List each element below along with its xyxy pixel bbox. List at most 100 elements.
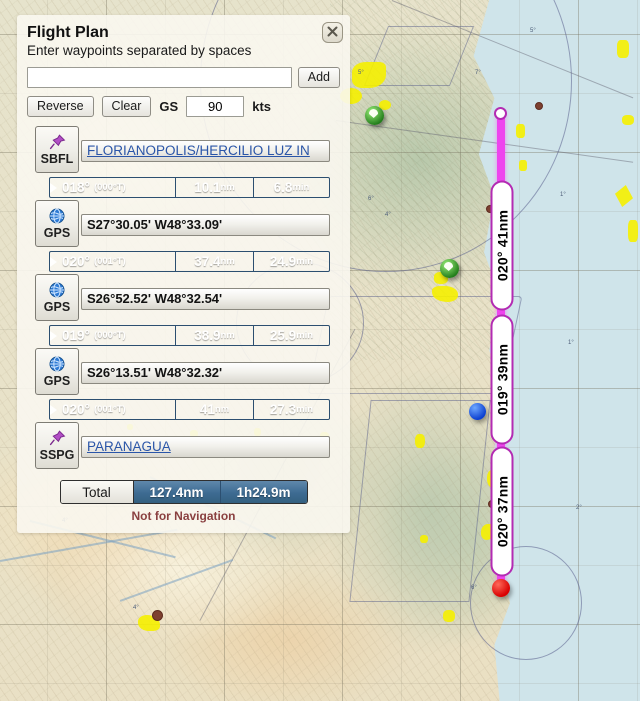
- total-label: Total: [60, 481, 134, 503]
- leg-row: 020° (001°T) 37.4 nm 24.9 min: [49, 251, 330, 272]
- waypoint-code: GPS: [43, 299, 71, 314]
- page-title: Flight Plan: [27, 24, 109, 41]
- leg-distance-unit: nm: [220, 182, 235, 193]
- table-row: GPS S27°30.05' W48°33.09': [35, 200, 330, 249]
- waypoint-coordinates: S26°52.52' W48°32.54': [81, 287, 330, 310]
- waypoint-name-link[interactable]: PARANAGUA: [87, 439, 171, 454]
- waypoint-button-sspg[interactable]: SSPG: [35, 422, 79, 469]
- waypoint-entry-row: Add: [27, 67, 340, 88]
- flight-plan-controls: Reverse Clear GS kts: [27, 96, 340, 117]
- leg-distance-unit: nm: [220, 330, 235, 341]
- urban-area: [443, 610, 455, 622]
- leg-time-unit: min: [296, 330, 314, 341]
- add-button[interactable]: Add: [297, 67, 340, 88]
- total-distance: 127.4nm: [133, 481, 221, 503]
- airport-marker-green[interactable]: [440, 259, 459, 278]
- leg-time-value: 27.3: [269, 402, 297, 417]
- city-marker: [152, 610, 163, 621]
- isogonic-label: 2°: [576, 505, 582, 511]
- leg-course-value: 019°: [62, 328, 90, 343]
- leg-time-value: 6.8: [273, 180, 293, 195]
- leg-distance-cell: 38.9 nm: [176, 326, 254, 345]
- leg-time-unit: min: [292, 182, 310, 193]
- groundspeed-input[interactable]: [186, 96, 245, 117]
- table-row: SSPG PARANAGUA: [35, 422, 330, 471]
- isogonic-label: 6°: [368, 196, 374, 202]
- isogonic-label: 4°: [133, 605, 139, 611]
- leg-distance-cell: 41 nm: [176, 400, 254, 419]
- isogonic-label: 1°: [568, 340, 574, 346]
- waypoint-code: SSPG: [39, 447, 75, 462]
- flight-plan-panel: Flight Plan Enter waypoints separated by…: [17, 15, 350, 533]
- waypoint-code: GPS: [43, 373, 71, 388]
- clear-button[interactable]: Clear: [101, 96, 152, 117]
- leg-true-course: (001°T): [93, 404, 126, 415]
- leg-course-value: 020°: [62, 402, 90, 417]
- waypoint-marker-blue[interactable]: [469, 403, 486, 420]
- waypoint-name-bar: PARANAGUA: [81, 435, 330, 458]
- waypoint-detail: S26°52.52' W48°32.54': [81, 274, 330, 323]
- waypoint-name-link[interactable]: FLORIANOPOLIS/HERCILIO LUZ IN: [87, 143, 310, 158]
- route-waypoint-node[interactable]: [494, 107, 507, 120]
- leg-time-value: 24.9: [269, 254, 297, 269]
- leg-time-value: 25.9: [269, 328, 297, 343]
- airspace-boundary-destination: [470, 546, 582, 660]
- waypoint-button-gps-1[interactable]: GPS: [35, 200, 79, 247]
- isogonic-label: 1°: [560, 192, 566, 198]
- table-row: GPS S26°52.52' W48°32.54': [35, 274, 330, 323]
- isogonic-label: 5°: [358, 70, 364, 76]
- urban-area: [617, 40, 629, 58]
- waypoint-detail: FLORIANOPOLIS/HERCILIO LUZ IN: [81, 126, 330, 175]
- urban-area: [420, 535, 428, 543]
- leg-row: 020° (001°T) 41 nm 27.3 min: [49, 399, 330, 420]
- waypoint-button-gps-3[interactable]: GPS: [35, 348, 79, 395]
- table-row: GPS S26°13.51' W48°32.32': [35, 348, 330, 397]
- close-icon: [323, 26, 342, 37]
- urban-area: [415, 434, 425, 448]
- reverse-button[interactable]: Reverse: [27, 96, 94, 117]
- waypoint-coordinates: S26°13.51' W48°32.32': [81, 361, 330, 384]
- isogonic-label: 7°: [475, 70, 481, 76]
- leg-distance-cell: 10.1 nm: [176, 178, 254, 197]
- globe-icon: [49, 356, 65, 373]
- airport-marker-green[interactable]: [365, 106, 384, 125]
- pushpin-icon: [49, 430, 66, 447]
- waypoint-input[interactable]: [27, 67, 292, 88]
- close-button[interactable]: [322, 22, 343, 43]
- total-time: 1h24.9m: [220, 481, 307, 503]
- leg-row: 019° (000°T) 38.9 nm 25.9 min: [49, 325, 330, 346]
- leg-course-cell: 018° (000°T): [50, 178, 176, 197]
- total-group: Total 127.4nm 1h24.9m: [59, 480, 308, 504]
- leg-distance-unit: nm: [214, 404, 230, 415]
- urban-area: [622, 115, 634, 125]
- waypoint-button-gps-2[interactable]: GPS: [35, 274, 79, 321]
- leg-distance-value: 38.9: [194, 328, 221, 343]
- flight-plan-table: SBFL FLORIANOPOLIS/HERCILIO LUZ IN 018° …: [35, 126, 330, 471]
- knots-unit-label: kts: [252, 99, 272, 114]
- leg-time-unit: min: [296, 404, 314, 415]
- airspace-sector-2: [349, 400, 491, 602]
- urban-area: [516, 124, 525, 138]
- waypoint-name-bar: FLORIANOPOLIS/HERCILIO LUZ IN: [81, 139, 330, 162]
- leg-distance-value: 37.4: [194, 254, 221, 269]
- destination-marker-red[interactable]: [492, 579, 510, 597]
- leg-distance-cell: 37.4 nm: [176, 252, 254, 271]
- table-row: SBFL FLORIANOPOLIS/HERCILIO LUZ IN: [35, 126, 330, 175]
- urban-area: [519, 160, 527, 171]
- isogonic-label: 5°: [530, 28, 536, 34]
- leg-true-course: (001°T): [93, 256, 126, 267]
- leg-course-cell: 020° (001°T): [50, 400, 176, 419]
- waypoint-button-sbfl[interactable]: SBFL: [35, 126, 79, 173]
- waypoint-detail: PARANAGUA: [81, 422, 330, 471]
- leg-row: 018° (000°T) 10.1 nm 6.8 min: [49, 177, 330, 198]
- leg-time-cell: 24.9 min: [254, 252, 329, 271]
- urban-area: [628, 220, 638, 242]
- globe-icon: [49, 208, 65, 225]
- pushpin-icon: [49, 134, 66, 151]
- app-screen: 1° 1° 2° 3° 4° 4° 4° 5° 5° 6° 6° 7° 020°…: [0, 0, 640, 701]
- leg-course-cell: 019° (000°T): [50, 326, 176, 345]
- leg-true-course: (000°T): [93, 330, 126, 341]
- city-marker: [535, 102, 543, 110]
- leg-course-value: 018°: [62, 180, 90, 195]
- leg-distance-value: 10.1: [194, 180, 221, 195]
